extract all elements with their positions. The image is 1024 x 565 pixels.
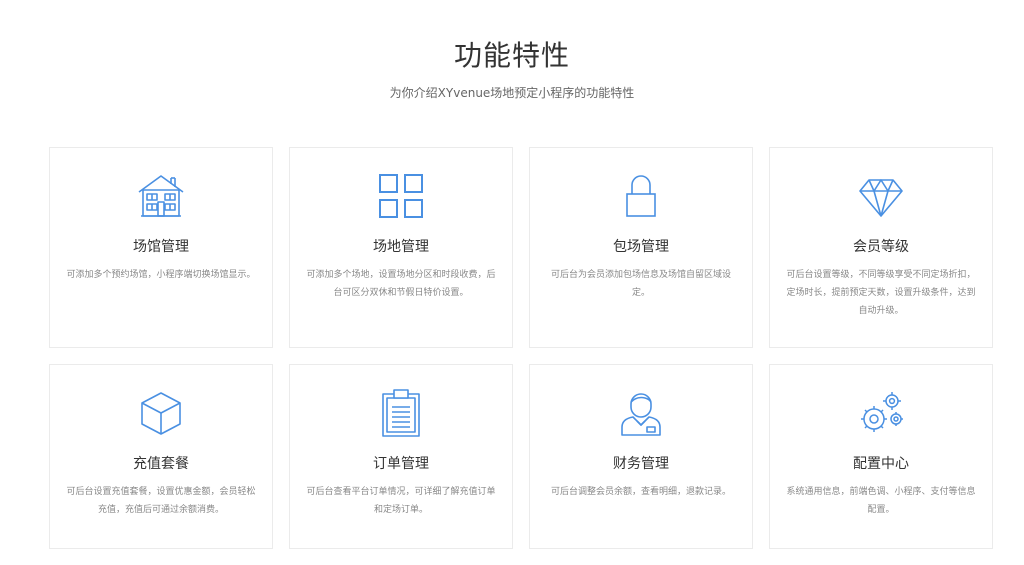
feature-card-venue[interactable]: 场馆管理 可添加多个预约场馆，小程序端切换场馆显示。 <box>49 147 273 348</box>
feature-title: 场馆管理 <box>133 239 189 255</box>
feature-card-orders[interactable]: 订单管理 可后台查看平台订单情况，可详细了解充值订单和定场订单。 <box>289 364 513 549</box>
features-section: 功能特性 为你介绍XYvenue场地预定小程序的功能特性 场馆管理 可添加多个预… <box>0 0 1024 565</box>
building-icon <box>135 170 187 222</box>
grid-icon <box>375 170 427 222</box>
feature-title: 配置中心 <box>853 456 909 472</box>
feature-title: 场地管理 <box>373 239 429 255</box>
feature-desc: 可添加多个预约场馆，小程序端切换场馆显示。 <box>66 270 256 280</box>
feature-grid: 场馆管理 可添加多个预约场馆，小程序端切换场馆显示。 场地管理 可添加多个场地，… <box>49 147 993 549</box>
feature-card-recharge[interactable]: 充值套餐 可后台设置充值套餐，设置优惠金额，会员轻松充值，充值后可通过余额消费。 <box>49 364 273 549</box>
feature-title: 充值套餐 <box>133 456 189 472</box>
feature-card-field[interactable]: 场地管理 可添加多个场地，设置场地分区和时段收费，后台可区分双休和节假日特价设置… <box>289 147 513 348</box>
feature-card-finance[interactable]: 财务管理 可后台调整会员余额，查看明细，退款记录。 <box>529 364 753 549</box>
diamond-icon <box>855 170 907 222</box>
feature-desc: 可后台设置等级，不同等级享受不同定场折扣，定场时长，提前预定天数，设置升级条件，… <box>786 270 976 316</box>
feature-card-membership[interactable]: 会员等级 可后台设置等级，不同等级享受不同定场折扣，定场时长，提前预定天数，设置… <box>769 147 993 348</box>
lock-icon <box>615 170 667 222</box>
feature-card-config[interactable]: 配置中心 系统通用信息，前端色调、小程序、支付等信息配置。 <box>769 364 993 549</box>
clipboard-icon <box>375 387 427 439</box>
section-title: 功能特性 <box>453 39 570 72</box>
feature-desc: 系统通用信息，前端色调、小程序、支付等信息配置。 <box>786 487 976 515</box>
feature-desc: 可后台调整会员余额，查看明细，退款记录。 <box>550 487 731 497</box>
feature-card-booking[interactable]: 包场管理 可后台为会员添加包场信息及场馆自留区域设定。 <box>529 147 753 348</box>
feature-desc: 可后台查看平台订单情况，可详细了解充值订单和定场订单。 <box>306 487 496 515</box>
section-subtitle: 为你介绍XYvenue场地预定小程序的功能特性 <box>389 86 635 100</box>
cube-icon <box>135 387 187 439</box>
feature-title: 会员等级 <box>853 239 909 255</box>
feature-title: 包场管理 <box>613 239 669 255</box>
feature-desc: 可后台为会员添加包场信息及场馆自留区域设定。 <box>550 270 731 298</box>
feature-desc: 可添加多个场地，设置场地分区和时段收费，后台可区分双休和节假日特价设置。 <box>306 270 496 298</box>
gears-icon <box>855 387 907 439</box>
feature-title: 订单管理 <box>373 456 429 472</box>
feature-title: 财务管理 <box>613 456 669 472</box>
feature-desc: 可后台设置充值套餐，设置优惠金额，会员轻松充值，充值后可通过余额消费。 <box>66 487 256 515</box>
staff-icon <box>615 387 667 439</box>
